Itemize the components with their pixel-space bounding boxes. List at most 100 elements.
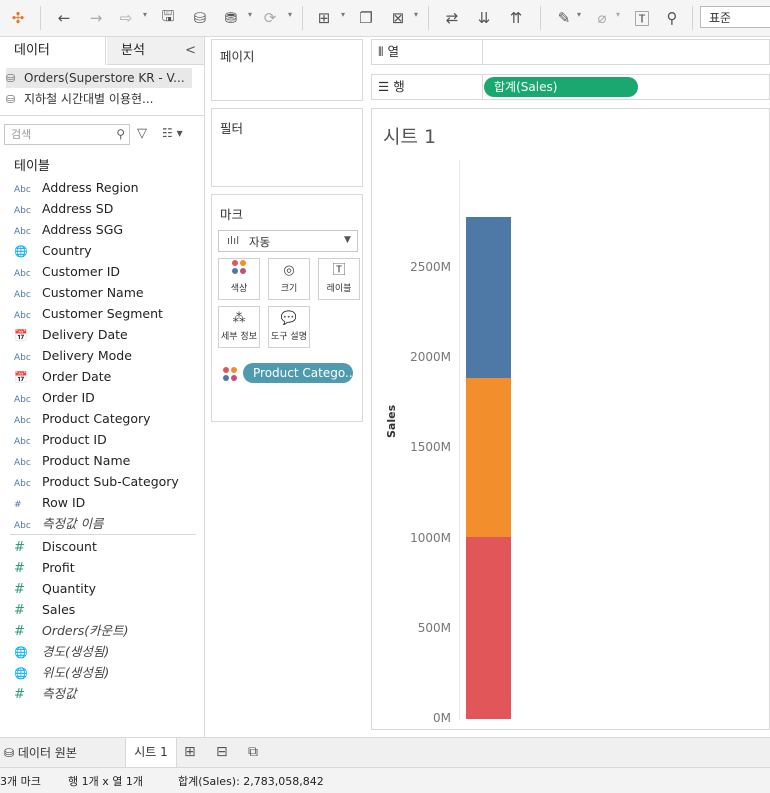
measure-field[interactable]: # Profit xyxy=(14,557,75,578)
tooltip-label: 도구 설명 xyxy=(271,332,307,342)
dimension-field[interactable]: Abc Product Name xyxy=(14,450,130,471)
tooltip-button[interactable]: 💬 도구 설명 xyxy=(268,306,310,348)
measure-field[interactable]: # Quantity xyxy=(14,578,96,599)
dimension-field[interactable]: Abc Product Category xyxy=(14,408,151,429)
measure-field[interactable]: # Sales xyxy=(14,599,75,620)
new-dashboard-icon[interactable]: ⊟ xyxy=(216,744,228,760)
new-datasource-icon[interactable]: ⛁ xyxy=(188,6,212,30)
datasource-name: 지하철 시간대별 이용현... xyxy=(24,92,154,106)
bar-segment[interactable] xyxy=(466,216,511,379)
field-name: Address Region xyxy=(42,180,139,195)
filters-shelf[interactable]: 필터 xyxy=(211,108,363,187)
measure-field[interactable]: # 측정값 xyxy=(14,683,77,704)
datasource-name: Orders(Superstore KR - V... xyxy=(24,71,185,85)
pin-icon[interactable]: ⚲ xyxy=(660,6,684,30)
dimension-field[interactable]: Abc Address SD xyxy=(14,198,113,219)
calendar-icon: 📅 xyxy=(14,329,28,342)
view-options-icon[interactable]: ☷ ▾ xyxy=(162,126,183,140)
labels-icon[interactable]: 🅃 xyxy=(630,6,654,30)
filter-icon[interactable]: ▽ xyxy=(137,126,147,141)
dimension-field[interactable]: Abc Order ID xyxy=(14,387,95,408)
dimension-field[interactable]: Abc Customer Name xyxy=(14,282,144,303)
dimension-field[interactable]: Abc 측정값 이름 xyxy=(14,513,103,534)
detail-icon: ⁂ xyxy=(232,311,246,326)
dimension-field[interactable]: Abc Product Sub-Category xyxy=(14,471,179,492)
y-tick-label: 2000M xyxy=(410,350,451,365)
datasource-tab[interactable]: ⛁ 데이터 원본 xyxy=(4,744,77,761)
field-name: Row ID xyxy=(42,495,86,510)
mark-type-dropdown[interactable]: ılıl 자동 ▼ xyxy=(218,230,358,252)
datasource-item[interactable]: ⛁ 지하철 시간대별 이용현... xyxy=(6,89,192,109)
calendar-icon: 📅 xyxy=(14,371,28,384)
dimension-field[interactable]: Abc Customer ID xyxy=(14,261,120,282)
back-icon[interactable]: ← xyxy=(52,6,76,30)
field-name: 측정값 이름 xyxy=(42,516,104,531)
font-select[interactable]: 표준 xyxy=(700,6,770,28)
pages-title: 페이지 xyxy=(220,49,255,64)
section-tables: 테이블 xyxy=(14,159,50,174)
new-worksheet-icon[interactable]: ⊞ xyxy=(312,6,336,30)
label-button[interactable]: 🅃 레이블 xyxy=(318,258,360,300)
label-label: 레이블 xyxy=(326,284,352,294)
search-placeholder: 검색 xyxy=(11,128,32,141)
dimension-field[interactable]: 📅 Delivery Date xyxy=(14,324,128,345)
bar-segment[interactable] xyxy=(466,378,511,537)
size-label: 크기 xyxy=(280,284,298,294)
detail-button[interactable]: ⁂ 세부 정보 xyxy=(218,306,260,348)
measure-field[interactable]: # Orders(카운트) xyxy=(14,620,129,641)
number-type-icon: # xyxy=(14,624,25,639)
clear-sheet-icon[interactable]: ⊠ xyxy=(386,6,410,30)
color-pill[interactable]: Product Catego.. xyxy=(243,363,353,383)
swap-icon[interactable]: ⇄ xyxy=(440,6,464,30)
tab-analysis-label: 분석 xyxy=(121,43,145,58)
duplicate-icon[interactable]: ❐ xyxy=(354,6,378,30)
rows-label: ☰ 행 xyxy=(378,75,483,99)
tab-data[interactable]: 데이터 xyxy=(0,37,106,65)
datasource-item[interactable]: ⛁ Orders(Superstore KR - V... xyxy=(6,68,192,88)
field-name: Country xyxy=(42,243,92,258)
field-name: Customer Segment xyxy=(42,306,163,321)
measure-field[interactable]: 🌐 경도(생성됨) xyxy=(14,641,109,662)
columns-shelf[interactable]: ⦀ 열 xyxy=(371,39,770,65)
size-button[interactable]: ◎ 크기 xyxy=(268,258,310,300)
new-story-icon[interactable]: ⧉ xyxy=(248,744,258,760)
forward-icon[interactable]: → xyxy=(84,6,108,30)
collapse-pane-icon[interactable]: < xyxy=(185,37,196,65)
dimension-field[interactable]: 🌐 Country xyxy=(14,240,92,261)
measure-field[interactable]: # Discount xyxy=(14,536,97,557)
field-name: Order Date xyxy=(42,369,112,384)
redo-icon[interactable]: ⇨ xyxy=(114,6,138,30)
rows-sales-pill[interactable]: 합계(Sales) xyxy=(484,77,638,97)
new-worksheet-icon[interactable]: ⊞ xyxy=(184,744,196,760)
search-input[interactable]: 검색 ⚲ xyxy=(4,124,130,145)
dimension-field[interactable]: Abc Address SGG xyxy=(14,219,123,240)
pause-updates-icon[interactable]: ⛃ xyxy=(219,6,243,30)
group-icon[interactable]: ⌀ xyxy=(590,6,614,30)
field-name: Sales xyxy=(42,602,76,617)
toolbar: ✣ ← → ⇨ ▾ 🖫 ⛁ ⛃ ▾ ⟳ ▾ ⊞ ▾ ❐ ⊠ ▾ ⇄ ⇊ ⇈ ✎ … xyxy=(0,0,770,37)
dimension-field[interactable]: Abc Delivery Mode xyxy=(14,345,132,366)
dimension-field[interactable]: # Row ID xyxy=(14,492,85,513)
color-button[interactable]: 색상 xyxy=(218,258,260,300)
bar-chart-icon: ılıl xyxy=(227,234,240,247)
bar-segment[interactable] xyxy=(466,536,511,719)
dimension-field[interactable]: Abc Address Region xyxy=(14,177,139,198)
refresh-icon[interactable]: ⟳ xyxy=(258,6,282,30)
number-type-icon: # xyxy=(14,582,25,597)
measure-field[interactable]: 🌐 위도(생성됨) xyxy=(14,662,109,683)
sheet-tab-active[interactable]: 시트 1 xyxy=(125,738,177,768)
dimension-field[interactable]: Abc Customer Segment xyxy=(14,303,163,324)
sort-asc-icon[interactable]: ⇊ xyxy=(472,6,496,30)
dimension-field[interactable]: 📅 Order Date xyxy=(14,366,111,387)
highlight-icon[interactable]: ✎ xyxy=(552,6,576,30)
sort-desc-icon[interactable]: ⇈ xyxy=(504,6,528,30)
dimension-field[interactable]: Abc Product ID xyxy=(14,429,107,450)
globe-icon: 🌐 xyxy=(14,646,28,659)
tab-analysis[interactable]: 분석 < xyxy=(107,37,204,65)
save-icon[interactable]: 🖫 xyxy=(156,6,180,30)
tableau-logo-icon[interactable]: ✣ xyxy=(6,6,30,30)
pages-shelf[interactable]: 페이지 xyxy=(211,39,363,101)
number-type-icon: # xyxy=(14,540,25,555)
search-icon: ⚲ xyxy=(116,127,125,141)
y-tick-label: 1500M xyxy=(410,440,451,455)
